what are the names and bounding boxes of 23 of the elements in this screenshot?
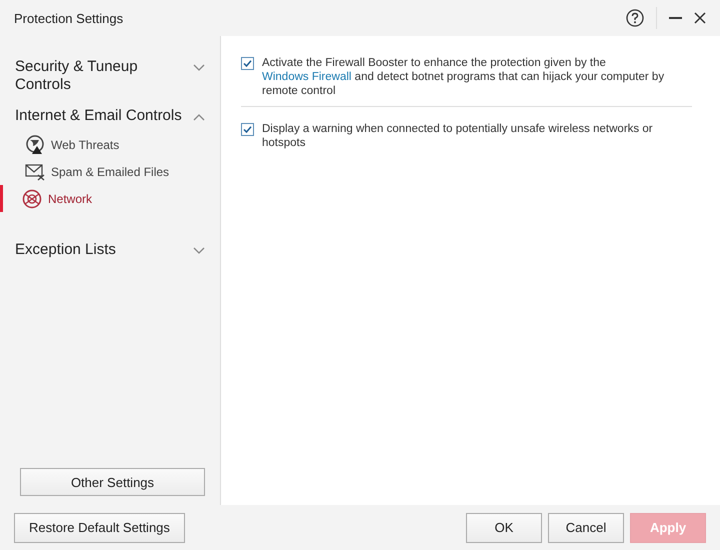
sidebar-item[interactable]: Spam & Emailed Files xyxy=(0,158,220,185)
dialog-button[interactable]: OK xyxy=(466,512,542,542)
dialog-button[interactable]: Cancel xyxy=(548,512,624,542)
option-text: Activate the Firewall Booster to enhance the protection given by the Windows Firewall and detect botnet programs that can hijack your computer by remote control xyxy=(262,56,666,98)
restore-defaults-button[interactable]: Restore Default Settings xyxy=(14,512,185,542)
help-icon[interactable] xyxy=(626,9,644,27)
envelope-x-icon xyxy=(25,162,45,180)
expand-chevron-icon[interactable] xyxy=(193,247,205,255)
sidebar-section[interactable]: Security & Tuneup Controls xyxy=(15,58,193,94)
close-icon[interactable] xyxy=(694,12,706,24)
option-text: Display a warning when connected to potentially unsafe wireless networks or hotspots xyxy=(262,122,654,150)
checkbox[interactable] xyxy=(241,123,254,136)
checkbox[interactable] xyxy=(241,57,254,70)
sidebar-section[interactable]: Internet & Email Controls xyxy=(15,107,193,125)
collapse-chevron-icon[interactable] xyxy=(193,113,205,121)
window-title: Protection Settings xyxy=(14,10,124,26)
sidebar-section[interactable]: Exception Lists xyxy=(15,241,193,259)
other-settings-button[interactable]: Other Settings xyxy=(20,468,205,496)
sidebar-item[interactable]: Web Threats xyxy=(0,131,220,158)
expand-chevron-icon[interactable] xyxy=(193,64,205,72)
windows-firewall-link[interactable]: Windows Firewall xyxy=(262,71,352,83)
network-globe-icon xyxy=(22,188,42,208)
minimize-icon[interactable] xyxy=(669,16,682,20)
